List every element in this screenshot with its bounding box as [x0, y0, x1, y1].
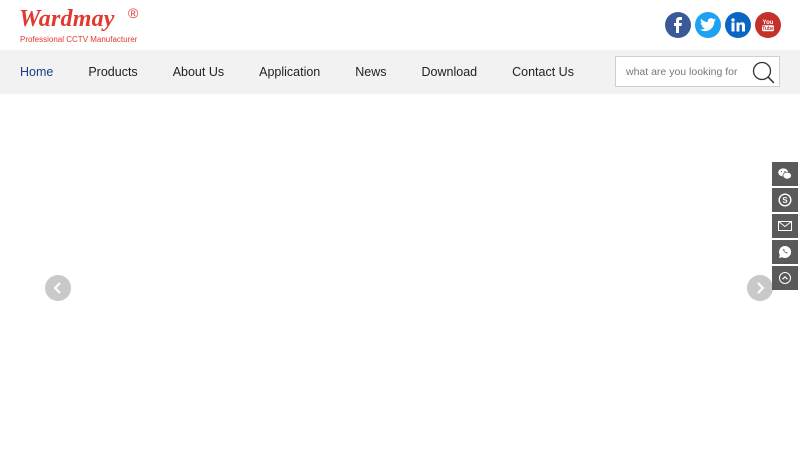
- brand-logo[interactable]: Wardmay ® Professional CCTV Manufacturer: [19, 5, 159, 46]
- brand-name: Wardmay: [19, 6, 115, 32]
- search-input[interactable]: [616, 57, 742, 86]
- search-icon[interactable]: [751, 60, 775, 84]
- facebook-icon[interactable]: [665, 12, 691, 38]
- svg-text:S: S: [782, 196, 788, 205]
- whatsapp-icon[interactable]: [772, 240, 798, 264]
- brand-tagline: Professional CCTV Manufacturer: [20, 35, 138, 44]
- nav-application[interactable]: Application: [259, 65, 320, 79]
- main-nav: Home Products About Us Application News …: [20, 50, 609, 94]
- wechat-icon[interactable]: [772, 162, 798, 186]
- nav-contact-us[interactable]: Contact Us: [512, 65, 574, 79]
- hero-slider: [0, 94, 800, 450]
- email-icon[interactable]: [772, 214, 798, 238]
- svg-text:You: You: [763, 20, 774, 26]
- youtube-icon[interactable]: You Tube: [755, 12, 781, 38]
- search-box: [615, 56, 780, 87]
- registered-mark: ®: [128, 5, 139, 21]
- chevron-left-icon[interactable]: [45, 275, 71, 301]
- nav-home[interactable]: Home: [20, 65, 53, 79]
- nav-about-us[interactable]: About Us: [173, 65, 224, 79]
- svg-text:Tube: Tube: [762, 26, 774, 32]
- twitter-icon[interactable]: [695, 12, 721, 38]
- social-links: You Tube: [665, 12, 781, 38]
- linkedin-icon[interactable]: [725, 12, 751, 38]
- nav-download[interactable]: Download: [422, 65, 478, 79]
- back-to-top-icon[interactable]: [772, 266, 798, 290]
- skype-icon[interactable]: S: [772, 188, 798, 212]
- site-header: Wardmay ® Professional CCTV Manufacturer…: [0, 0, 800, 50]
- side-contact-toolbar: S: [772, 162, 798, 292]
- chevron-right-icon[interactable]: [747, 275, 773, 301]
- nav-news[interactable]: News: [355, 65, 386, 79]
- nav-products[interactable]: Products: [88, 65, 137, 79]
